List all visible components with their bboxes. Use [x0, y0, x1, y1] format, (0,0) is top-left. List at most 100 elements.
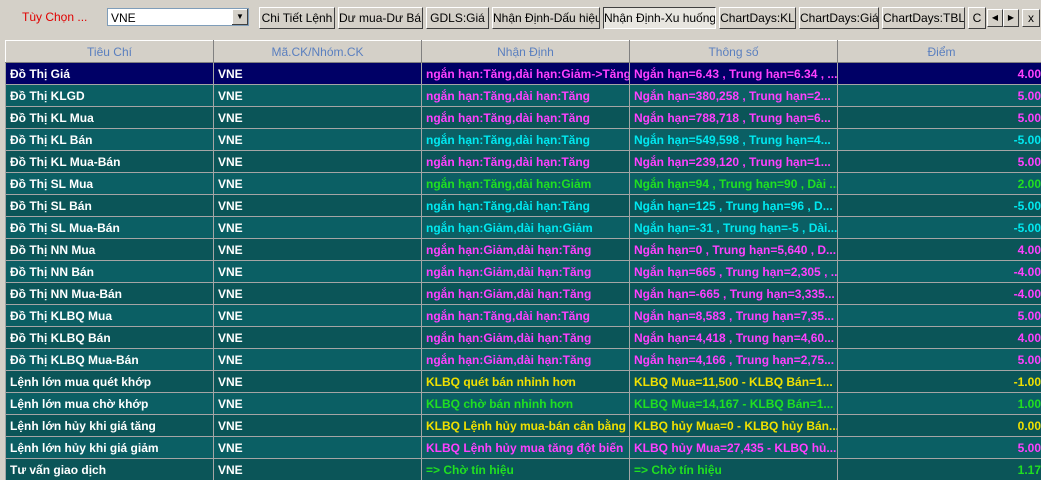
chevron-down-icon[interactable]: ▼ [231, 9, 248, 25]
params-cell: KLBQ hủy Mua=27,435 - KLBQ hủ... [629, 436, 838, 459]
table-row[interactable]: Lệnh lớn hủy khi giá tăng VNE KLBQ Lệnh hủ… [5, 414, 1041, 437]
table-row[interactable]: Đồ Thị NN Mua VNE ngắn hạn:Giảm,dài hạn:Tă… [5, 238, 1041, 261]
assessment-cell: KLBQ quét bán nhỉnh hơn [421, 370, 630, 393]
assessment-grid[interactable]: Tiêu Chí Mã.CK/Nhóm.CK Nhận Định Thông s… [5, 40, 1041, 480]
table-row[interactable]: Lệnh lớn mua quét khớp VNE KLBQ quét bán n… [5, 370, 1041, 393]
symbol-cell: VNE [213, 326, 422, 349]
assessment-cell: ngắn hạn:Tăng,dài hạn:Tăng [421, 150, 630, 173]
table-row[interactable]: Đồ Thị KL Mua-Bán VNE ngắn hạn:Tăng,dài hạ… [5, 150, 1041, 173]
params-cell: Ngắn hạn=125 , Trung hạn=96 , D... [629, 194, 838, 217]
assessment-cell: ngắn hạn:Tăng,dài hạn:Giảm [421, 172, 630, 195]
symbol-cell: VNE [213, 414, 422, 437]
table-row[interactable]: Tư vấn giao dịch VNE => Chờ tín hiệu => Chờ… [5, 458, 1041, 480]
score-cell: 1.17 [837, 458, 1041, 480]
score-cell: 5.00 [837, 304, 1041, 327]
params-cell: Ngắn hạn=-665 , Trung hạn=3,335... [629, 282, 838, 305]
symbol-cell: VNE [213, 62, 422, 85]
symbol-cell: VNE [213, 150, 422, 173]
assessment-cell: ngắn hạn:Giảm,dài hạn:Giảm [421, 216, 630, 239]
table-row[interactable]: Đồ Thị SL Bán VNE ngắn hạn:Tăng,dài hạn:Tă… [5, 194, 1041, 217]
symbol-cell: VNE [213, 260, 422, 283]
score-cell: 2.00 [837, 172, 1041, 195]
criteria-cell: Đồ Thị Giá [5, 62, 214, 85]
table-row[interactable]: Đồ Thị KL Mua VNE ngắn hạn:Tăng,dài hạn:Tă… [5, 106, 1041, 129]
table-row[interactable]: Đồ Thị SL Mua VNE ngắn hạn:Tăng,dài hạn:Gi… [5, 172, 1041, 195]
assessment-cell: ngắn hạn:Tăng,dài hạn:Tăng [421, 304, 630, 327]
criteria-cell: Đồ Thị KL Bán [5, 128, 214, 151]
assessment-cell: ngắn hạn:Giảm,dài hạn:Tăng [421, 326, 630, 349]
symbol-cell: VNE [213, 370, 422, 393]
table-row[interactable]: Đồ Thị NN Mua-Bán VNE ngắn hạn:Giảm,dài hạ… [5, 282, 1041, 305]
params-cell: KLBQ hủy Mua=0 - KLBQ hủy Bán... [629, 414, 838, 437]
options-menu-label[interactable]: Tùy Chọn ... [22, 10, 87, 24]
symbol-cell: VNE [213, 304, 422, 327]
score-cell: -5.00 [837, 216, 1041, 239]
scroll-left-icon[interactable]: ◀ [987, 9, 1003, 27]
assessment-trend-button[interactable]: Nhận Định-Xu huống [603, 7, 716, 29]
symbol-value: VNE [111, 11, 136, 25]
assessment-cell: ngắn hạn:Tăng,dài hạn:Tăng [421, 106, 630, 129]
header-criteria[interactable]: Tiêu Chí [5, 40, 214, 63]
criteria-cell: Đồ Thị NN Mua [5, 238, 214, 261]
params-cell: KLBQ Mua=14,167 - KLBQ Bán=1... [629, 392, 838, 415]
criteria-cell: Đồ Thị SL Bán [5, 194, 214, 217]
scroll-right-icon[interactable]: ▶ [1003, 9, 1019, 27]
symbol-cell: VNE [213, 458, 422, 480]
criteria-cell: Đồ Thị SL Mua [5, 172, 214, 195]
table-row[interactable]: Đồ Thị SL Mua-Bán VNE ngắn hạn:Giảm,dài hạ… [5, 216, 1041, 239]
score-cell: 5.00 [837, 436, 1041, 459]
assessment-cell: ngắn hạn:Tăng,dài hạn:Tăng [421, 128, 630, 151]
assessment-signal-button[interactable]: Nhận Định-Dấu hiệu [492, 7, 600, 29]
table-row[interactable]: Đồ Thị KLBQ Mua VNE ngắn hạn:Tăng,dài hạn:… [5, 304, 1041, 327]
symbol-cell: VNE [213, 128, 422, 151]
table-row[interactable]: Đồ Thị NN Bán VNE ngắn hạn:Giảm,dài hạn:Tă… [5, 260, 1041, 283]
symbol-cell: VNE [213, 84, 422, 107]
params-cell: KLBQ Mua=11,500 - KLBQ Bán=1... [629, 370, 838, 393]
table-row[interactable]: Đồ Thị KLBQ Mua-Bán VNE ngắn hạn:Giảm,dài … [5, 348, 1041, 371]
score-cell: -5.00 [837, 128, 1041, 151]
symbol-cell: VNE [213, 106, 422, 129]
criteria-cell: Lệnh lớn mua quét khớp [5, 370, 214, 393]
close-button[interactable]: x [1022, 9, 1040, 27]
table-body: Đồ Thị Giá VNE ngắn hạn:Tăng,dài hạn:Giảm-… [5, 62, 1041, 480]
more-tab-button[interactable]: C [968, 7, 986, 29]
header-score[interactable]: Điểm [837, 40, 1041, 63]
assessment-cell: ngắn hạn:Tăng,dài hạn:Tăng [421, 194, 630, 217]
criteria-cell: Đồ Thị SL Mua-Bán [5, 216, 214, 239]
table-row[interactable]: Đồ Thị KL Bán VNE ngắn hạn:Tăng,dài hạn:Tă… [5, 128, 1041, 151]
criteria-cell: Đồ Thị KL Mua [5, 106, 214, 129]
params-cell: => Chờ tín hiệu [629, 458, 838, 480]
assessment-cell: ngắn hạn:Tăng,dài hạn:Giảm->Tăng [421, 62, 630, 85]
history-price-button[interactable]: GDLS:Giá [426, 7, 489, 29]
assessment-cell: KLBQ Lệnh hủy mua-bán cân bằng [421, 414, 630, 437]
params-cell: Ngắn hạn=665 , Trung hạn=2,305 , ... [629, 260, 838, 283]
symbol-cell: VNE [213, 172, 422, 195]
score-cell: 1.00 [837, 392, 1041, 415]
bid-ask-button[interactable]: Dư mua-Dư Bán [338, 7, 423, 29]
criteria-cell: Tư vấn giao dịch [5, 458, 214, 480]
score-cell: -4.00 [837, 260, 1041, 283]
params-cell: Ngắn hạn=4,418 , Trung hạn=4,60... [629, 326, 838, 349]
table-row[interactable]: Đồ Thị Giá VNE ngắn hạn:Tăng,dài hạn:Giảm-… [5, 62, 1041, 85]
chartdays-price-button[interactable]: ChartDays:Giá [799, 7, 879, 29]
header-symbol[interactable]: Mã.CK/Nhóm.CK [213, 40, 422, 63]
score-cell: 0.00 [837, 414, 1041, 437]
table-row[interactable]: Đồ Thị KLBQ Bán VNE ngắn hạn:Giảm,dài hạn:… [5, 326, 1041, 349]
params-cell: Ngắn hạn=0 , Trung hạn=5,640 , D... [629, 238, 838, 261]
table-row[interactable]: Đồ Thị KLGD VNE ngắn hạn:Tăng,dài hạn:Tăng… [5, 84, 1041, 107]
score-cell: 5.00 [837, 348, 1041, 371]
table-row[interactable]: Lệnh lớn mua chờ khớp VNE KLBQ chờ bán nhỉ… [5, 392, 1041, 415]
score-cell: 5.00 [837, 150, 1041, 173]
chartdays-avg-button[interactable]: ChartDays:TBL [882, 7, 965, 29]
header-assessment[interactable]: Nhận Định [421, 40, 630, 63]
chartdays-volume-button[interactable]: ChartDays:KL [719, 7, 796, 29]
assessment-table: Tiêu Chí Mã.CK/Nhóm.CK Nhận Định Thông s… [5, 40, 1041, 480]
symbol-cell: VNE [213, 392, 422, 415]
symbol-cell: VNE [213, 436, 422, 459]
symbol-combobox[interactable]: VNE ▼ [107, 8, 249, 26]
header-params[interactable]: Thông số [629, 40, 838, 63]
order-detail-button[interactable]: Chi Tiết Lệnh [259, 7, 335, 29]
table-row[interactable]: Lệnh lớn hủy khi giá giảm VNE KLBQ Lệnh hủ… [5, 436, 1041, 459]
assessment-cell: ngắn hạn:Giảm,dài hạn:Tăng [421, 348, 630, 371]
criteria-cell: Lệnh lớn mua chờ khớp [5, 392, 214, 415]
